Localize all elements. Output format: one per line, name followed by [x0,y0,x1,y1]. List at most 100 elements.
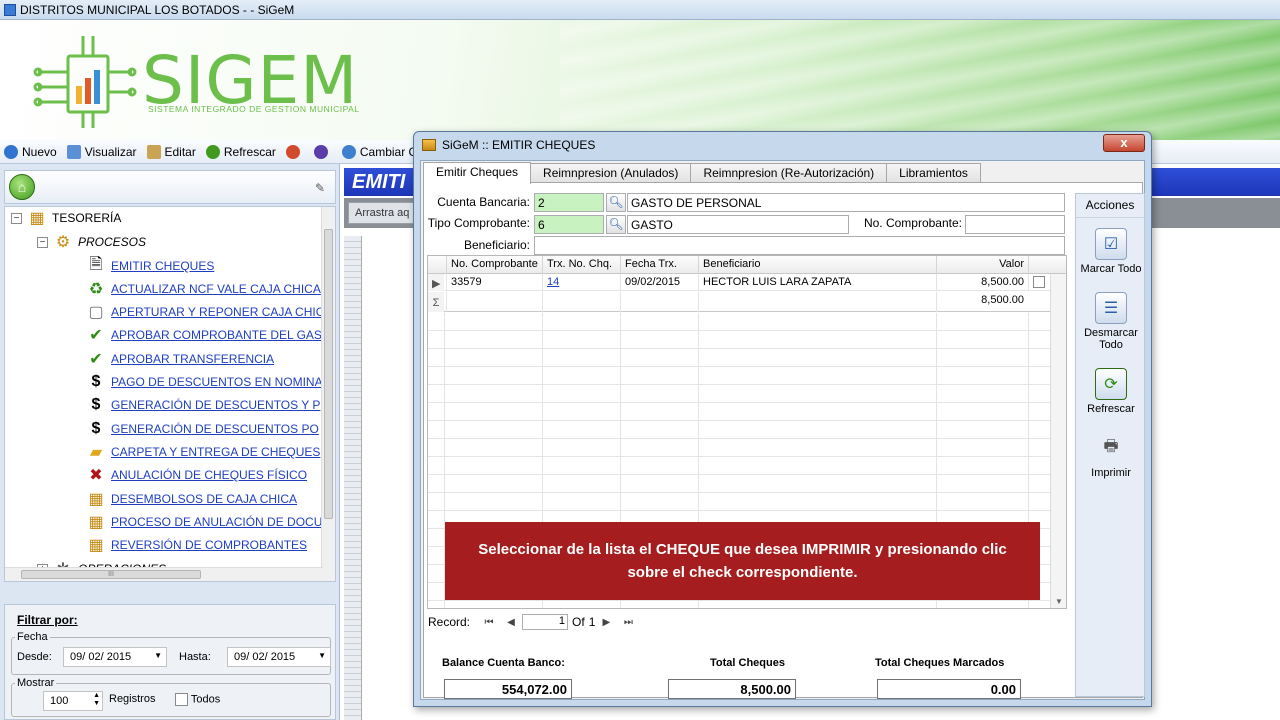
col-trx-no-chq[interactable]: Trx. No. Chq. [542,256,620,274]
search-cuenta-button[interactable]: 🔍︎ [606,193,626,212]
record-navigator: Record: ⏮ ◀ 1 Of 1 ▶ ⏭ [428,611,1068,633]
printer-icon: 🖶 [1103,437,1119,455]
folder-icon: ▰ [89,444,103,461]
cell-mark[interactable] [1028,274,1050,291]
tab-reimpresion-reautorizacion[interactable]: Reimnpresion (Re-Autorización) [690,163,888,183]
tree-item-label[interactable]: ACTUALIZAR NCF VALE CAJA CHICA [111,282,321,296]
tree-node-tesoreria[interactable]: − ▦ TESORERÍA [11,207,121,229]
tree-horizontal-scrollbar[interactable]: III [5,567,323,581]
tree-item-label[interactable]: GENERACIÓN DE DESCUENTOS Y P [111,398,320,412]
imprimir-button[interactable]: 🖶 Imprimir [1076,432,1146,480]
last-record-icon[interactable]: ⏭ [617,617,639,628]
tree-item-pago-descuentos[interactable]: $ PAGO DE DESCUENTOS EN NOMINA [85,371,323,393]
sum-cell [446,292,542,312]
cuenta-bancaria-code-input[interactable]: 2 [534,193,604,212]
marcar-todo-button[interactable]: ☑ Marcar Todo [1076,228,1146,275]
stepper-arrows-icon[interactable]: ▲ ▼ [93,692,100,708]
tree-item-generacion-descuentos-1[interactable]: $ GENERACIÓN DE DESCUENTOS Y P [85,394,321,416]
refrescar-button[interactable]: Refrescar [205,144,276,159]
registros-stepper[interactable]: 100 ▲ ▼ [43,691,103,711]
tab-reimpresion-anulados[interactable]: Reimnpresion (Anulados) [530,163,692,183]
tree-item-anulacion-cheques[interactable]: ✖ ANULACIÓN DE CHEQUES FÍSICO [85,464,307,486]
col-valor[interactable]: Valor [936,256,1028,274]
coins-icon: ▦ [29,210,45,227]
tree-item-emitir-cheques[interactable]: 🗎 EMITIR CHEQUES [85,255,215,277]
scroll-thumb[interactable]: III [21,570,201,579]
pin-icon[interactable]: ✎ [315,181,325,195]
tree-item-label[interactable]: EMITIR CHEQUES [111,259,214,273]
beneficiario-input[interactable] [534,236,1065,255]
window-titlebar: DISTRITOS MUNICIPAL LOS BOTADOS - - SiGe… [0,0,1280,20]
no-comprobante-input[interactable] [965,215,1065,234]
refrescar-accion-button[interactable]: ⟳ Refrescar [1076,368,1146,415]
grid-vertical-scrollbar[interactable]: ▼ [1050,274,1066,608]
prev-record-icon[interactable]: ◀ [500,617,522,628]
tree-item-label[interactable]: PAGO DE DESCUENTOS EN NOMINA [111,375,323,389]
refrescar-accion-label: Refrescar [1087,403,1135,415]
tab-libramientos[interactable]: Libramientos [886,163,981,183]
tree-item-proceso-anulacion[interactable]: ▦ PROCESO DE ANULACIÓN DE DOCU [85,511,322,533]
checkmark-icon: ✔ [89,351,103,368]
collapse-icon[interactable]: − [11,212,22,224]
tree-item-aperturar-caja[interactable]: ▢ APERTURAR Y REPONER CAJA CHIC [85,301,324,323]
tree-item-label[interactable]: ANULACIÓN DE CHEQUES FÍSICO [111,468,307,482]
collapse-icon[interactable]: − [37,236,48,248]
mark-checkbox[interactable] [1033,276,1045,289]
coins-icon: ▦ [88,514,104,531]
tree-item-desembolsos[interactable]: ▦ DESEMBOLSOS DE CAJA CHICA [85,488,297,510]
col-fecha-trx[interactable]: Fecha Trx. [620,256,698,274]
first-record-icon[interactable]: ⏮ [478,617,500,628]
col-beneficiario[interactable]: Beneficiario [698,256,936,274]
desmarcar-todo-button[interactable]: ☰ Desmarcar Todo [1076,292,1146,351]
refrescar-label: Refrescar [223,144,276,159]
tree-item-label[interactable]: APROBAR TRANSFERENCIA [111,352,274,366]
scroll-down-icon[interactable]: ▼ [1055,597,1063,606]
next-record-icon[interactable]: ▶ [595,617,617,628]
tree-item-label[interactable]: DESEMBOLSOS DE CAJA CHICA [111,492,297,506]
col-no-comprobante[interactable]: No. Comprobante [446,256,542,274]
tree-item-label[interactable]: PROCESO DE ANULACIÓN DE DOCU [111,515,322,529]
close-button[interactable]: x [1103,134,1145,152]
tree-item-reversion[interactable]: ▦ REVERSIÓN DE COMPROBANTES [85,534,307,556]
tree-item-actualizar-ncf[interactable]: ♻ ACTUALIZAR NCF VALE CAJA CHICA [85,278,321,300]
nuevo-button[interactable]: Nuevo [4,144,57,159]
tools-button[interactable] [285,144,304,159]
todos-checkbox[interactable]: Todos [175,693,220,706]
editar-button[interactable]: Editar [146,144,196,159]
checkbox-icon[interactable] [175,693,188,706]
dropdown-arrow-icon[interactable]: ▼ [318,651,326,660]
sum-valor: 8,500.00 [936,292,1028,312]
scroll-thumb[interactable] [324,229,333,519]
tipo-comprobante-code-input[interactable]: 6 [534,215,604,234]
tree-item-label[interactable]: CARPETA Y ENTREGA DE CHEQUES [111,445,320,459]
hasta-date-picker[interactable]: 09/ 02/ 2015 ▼ [227,647,331,667]
mostrar-label: Mostrar [15,677,57,689]
tree-item-generacion-descuentos-2[interactable]: $ GENERACIÓN DE DESCUENTOS PO [85,418,319,440]
table-row[interactable]: ▶ 33579 14 09/02/2015 HECTOR LUIS LARA Z… [428,274,1050,291]
tree-item-carpeta-entrega[interactable]: ▰ CARPETA Y ENTREGA DE CHEQUES [85,441,321,463]
desde-date-picker[interactable]: 09/ 02/ 2015 ▼ [63,647,167,667]
tree-item-aprobar-comprobante[interactable]: ✔ APROBAR COMPROBANTE DEL GAST [85,324,329,346]
search-icon: 🔍︎ [608,195,624,209]
tree-vertical-scrollbar[interactable] [321,207,335,581]
total-records: 1 [588,615,596,629]
dialog-titlebar: SiGeM :: EMITIR CHEQUES x [414,132,1151,158]
current-record-input[interactable]: 1 [522,614,569,630]
tree-item-label[interactable]: APERTURAR Y REPONER CAJA CHIC [111,305,324,319]
dropdown-arrow-icon[interactable]: ▼ [154,651,162,660]
tree-item-label[interactable]: GENERACIÓN DE DESCUENTOS PO [111,422,319,436]
cell-trx-link[interactable]: 14 [542,274,620,291]
cell-beneficiario: HECTOR LUIS LARA ZAPATA [698,274,936,291]
tree-item-aprobar-transferencia[interactable]: ✔ APROBAR TRANSFERENCIA [85,348,274,370]
record-label: Record: [428,615,471,629]
tree-node-procesos[interactable]: − ⚙ PROCESOS [37,231,146,253]
tree-item-label[interactable]: REVERSIÓN DE COMPROBANTES [111,538,307,552]
visualizar-button[interactable]: Visualizar [66,144,137,159]
tree-item-label[interactable]: APROBAR COMPROBANTE DEL GAST [111,328,329,342]
help-button[interactable] [313,144,332,159]
tab-emitir-cheques[interactable]: Emitir Cheques [423,162,532,184]
home-icon[interactable]: ⌂ [9,174,35,200]
todos-label: Todos [190,693,221,706]
refresh-icon: ♻ [88,281,104,298]
search-tipo-button[interactable]: 🔍︎ [606,215,626,234]
